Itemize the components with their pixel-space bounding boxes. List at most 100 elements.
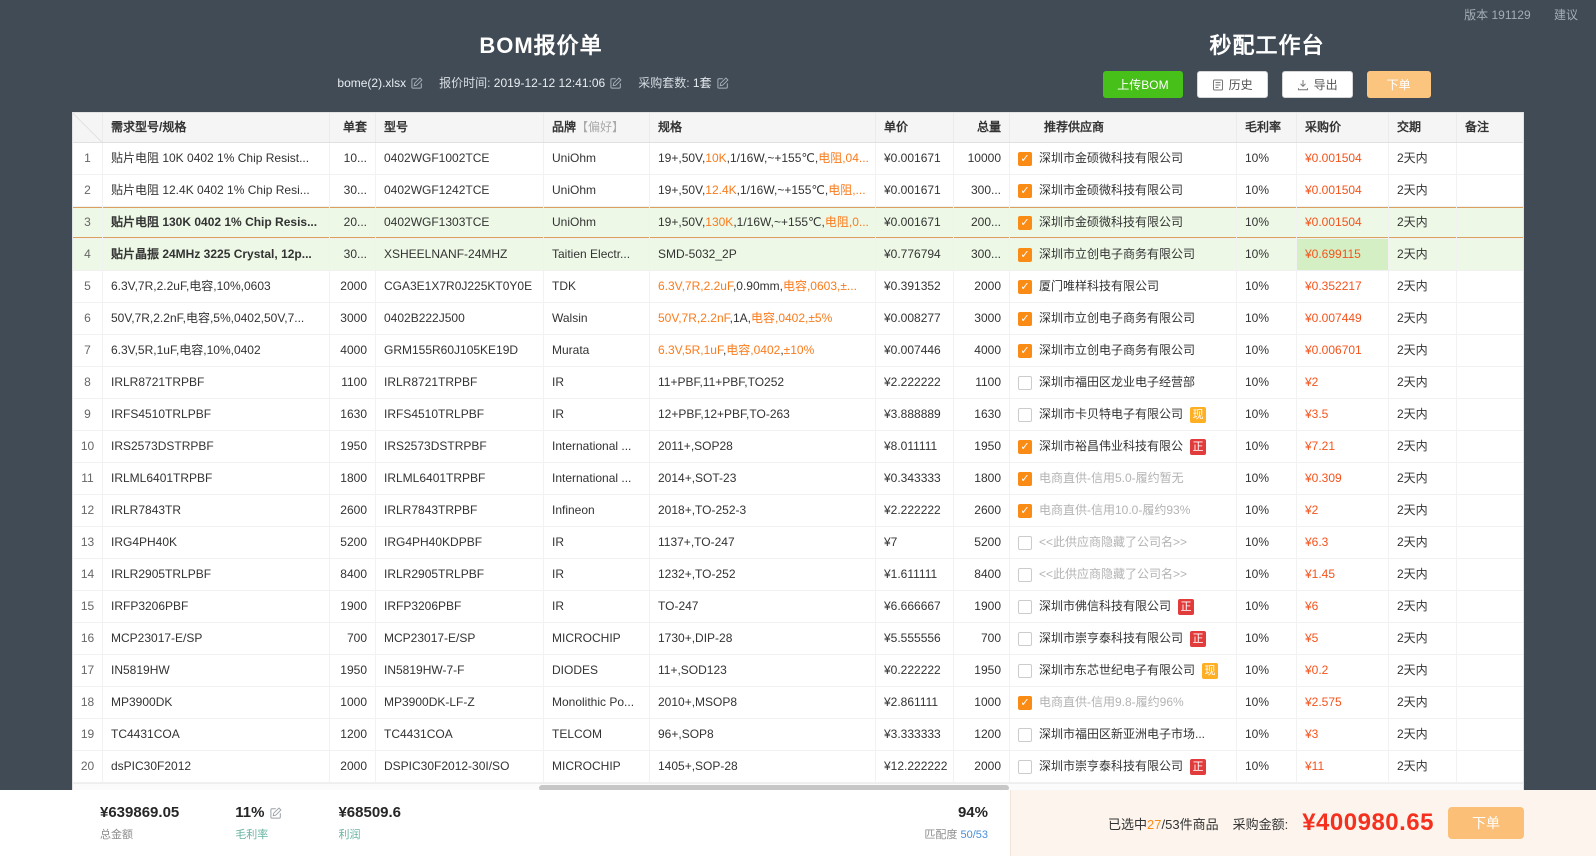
spec-segment: 50V,7R,2.2nF <box>658 311 730 325</box>
purchase-price[interactable]: ¥0.001504 <box>1297 175 1389 206</box>
table-row[interactable]: 18 MP3900DK 1000 MP3900DK-LF-Z Monolithic Po… <box>73 687 1523 719</box>
purchase-price[interactable]: ¥0.352217 <box>1297 271 1389 302</box>
supplier-checkbox[interactable] <box>1018 407 1032 422</box>
supplier-checkbox[interactable] <box>1018 535 1032 550</box>
table-row[interactable]: 19 TC4431COA 1200 TC4431COA TELCOM 96+,SOP8 ¥3… <box>73 719 1523 751</box>
supplier-checkbox[interactable]: ✓ <box>1018 343 1032 358</box>
table-row[interactable]: 14 IRLR2905TRLPBF 8400 IRLR2905TRLPBF IR 1232… <box>73 559 1523 591</box>
delivery-time: 2天内 <box>1389 751 1457 782</box>
supplier-name[interactable]: 深圳市崇亨泰科技有限公司 <box>1039 623 1183 654</box>
purchase-price[interactable]: ¥0.001504 <box>1297 143 1389 174</box>
table-row[interactable]: 7 6.3V,5R,1uF,电容,10%,0402 4000 GRM155R60J10… <box>73 335 1523 367</box>
supplier-name[interactable]: 深圳市佛信科技有限公司 <box>1039 591 1171 622</box>
note <box>1457 655 1521 686</box>
version-text[interactable]: 版本 191129 <box>1464 8 1531 22</box>
quote-time-label: 报价时间: <box>439 76 491 90</box>
table-row[interactable]: 17 IN5819HW 1950 IN5819HW-7-F DIODES 11+,SOD1… <box>73 655 1523 687</box>
supplier-name[interactable]: 深圳市崇亨泰科技有限公司 <box>1039 751 1183 782</box>
purchase-price[interactable]: ¥3.5 <box>1297 399 1389 430</box>
purchase-price[interactable]: ¥7.21 <box>1297 431 1389 462</box>
purchase-price[interactable]: ¥2 <box>1297 367 1389 398</box>
edit-set-count-icon[interactable] <box>716 76 729 89</box>
table-row[interactable]: 4 贴片晶振 24MHz 3225 Crystal, 12p... 30... XSH… <box>73 239 1523 271</box>
history-button[interactable]: 历史 <box>1196 71 1268 98</box>
supplier-name[interactable]: 深圳市福田区龙业电子经营部 <box>1039 367 1195 398</box>
table-row[interactable]: 2 贴片电阻 12.4K 0402 1% Chip Resi... 30... 040… <box>73 175 1523 207</box>
table-row[interactable]: 12 IRLR7843TR 2600 IRLR7843TRPBF Infineon 201… <box>73 495 1523 527</box>
purchase-price[interactable]: ¥5 <box>1297 623 1389 654</box>
model-number: IRLML6401TRPBF <box>376 463 544 494</box>
supplier-checkbox[interactable]: ✓ <box>1018 503 1032 518</box>
supplier-name[interactable]: 深圳市金硕微科技有限公司 <box>1039 175 1183 206</box>
edit-quote-time-icon[interactable] <box>610 76 622 89</box>
supplier-checkbox[interactable] <box>1018 599 1032 614</box>
supplier-name[interactable]: 深圳市立创电子商务有限公司 <box>1039 335 1195 366</box>
match-ratio[interactable]: 50/53 <box>960 829 988 841</box>
supplier-checkbox[interactable] <box>1018 375 1032 390</box>
purchase-price[interactable]: ¥0.309 <box>1297 463 1389 494</box>
supplier-checkbox[interactable] <box>1018 567 1032 582</box>
edit-margin-icon[interactable] <box>270 807 282 819</box>
supplier-name[interactable]: 电商直供-信用9.8-履约96% <box>1039 687 1184 718</box>
gross-margin: 10% <box>1237 335 1297 366</box>
supplier-name[interactable]: 厦门唯样科技有限公司 <box>1039 271 1159 302</box>
table-row[interactable]: 1 贴片电阻 10K 0402 1% Chip Resist... 10... 040… <box>73 143 1523 175</box>
supplier-checkbox[interactable]: ✓ <box>1018 151 1032 166</box>
supplier-checkbox[interactable]: ✓ <box>1018 439 1032 454</box>
supplier-checkbox[interactable]: ✓ <box>1018 695 1032 710</box>
supplier-name[interactable]: 深圳市裕昌伟业科技有限公 <box>1039 431 1183 462</box>
export-button[interactable]: 导出 <box>1281 71 1353 98</box>
supplier-checkbox[interactable]: ✓ <box>1018 311 1032 326</box>
purchase-price[interactable]: ¥1.45 <box>1297 559 1389 590</box>
upload-bom-button[interactable]: 上传BOM <box>1103 71 1183 98</box>
table-row[interactable]: 15 IRFP3206PBF 1900 IRFP3206PBF IR TO-247 ¥6.6… <box>73 591 1523 623</box>
suggestion-link[interactable]: 建议 <box>1554 8 1578 22</box>
order-button-footer[interactable]: 下单 <box>1448 807 1524 839</box>
supplier-checkbox[interactable]: ✓ <box>1018 247 1032 262</box>
table-row[interactable]: 20 dsPIC30F2012 2000 DSPIC30F2012-30I/SO MIC… <box>73 751 1523 783</box>
purchase-price[interactable]: ¥0.2 <box>1297 655 1389 686</box>
table-row[interactable]: 13 IRG4PH40K 5200 IRG4PH40KDPBF IR 1137+,TO-2… <box>73 527 1523 559</box>
purchase-price[interactable]: ¥11 <box>1297 751 1389 782</box>
table-row[interactable]: 3 贴片电阻 130K 0402 1% Chip Resis... 20... 040… <box>73 207 1523 239</box>
supplier-checkbox[interactable]: ✓ <box>1018 183 1032 198</box>
purchase-price[interactable]: ¥0.001504 <box>1297 207 1389 238</box>
purchase-price[interactable]: ¥2.575 <box>1297 687 1389 718</box>
supplier-checkbox[interactable]: ✓ <box>1018 279 1032 294</box>
supplier-name[interactable]: <<此供应商隐藏了公司名>> <box>1039 559 1187 590</box>
column-header-delivery: 交期 <box>1389 113 1457 142</box>
table-row[interactable]: 10 IRS2573DSTRPBF 1950 IRS2573DSTRPBF Intern… <box>73 431 1523 463</box>
supplier-name[interactable]: 深圳市金硕微科技有限公司 <box>1039 207 1183 238</box>
supplier-name[interactable]: 深圳市金硕微科技有限公司 <box>1039 143 1183 174</box>
supplier-checkbox[interactable] <box>1018 727 1032 742</box>
supplier-name[interactable]: 深圳市立创电子商务有限公司 <box>1039 239 1195 270</box>
table-row[interactable]: 11 IRLML6401TRPBF 1800 IRLML6401TRPBF Intern… <box>73 463 1523 495</box>
purchase-price[interactable]: ¥0.699115 <box>1297 239 1389 270</box>
edit-filename-icon[interactable] <box>411 76 423 89</box>
supplier-checkbox[interactable] <box>1018 663 1032 678</box>
table-row[interactable]: 6 50V,7R,2.2nF,电容,5%,0402,50V,7... 3000 040… <box>73 303 1523 335</box>
table-row[interactable]: 16 MCP23017-E/SP 700 MCP23017-E/SP MICROCHIP… <box>73 623 1523 655</box>
supplier-checkbox[interactable]: ✓ <box>1018 471 1032 486</box>
page-title: BOM报价单 <box>479 33 603 58</box>
table-row[interactable]: 5 6.3V,7R,2.2uF,电容,10%,0603 2000 CGA3E1X7R0… <box>73 271 1523 303</box>
supplier-name[interactable]: 电商直供-信用10.0-履约93% <box>1039 495 1190 526</box>
supplier-name[interactable]: 深圳市卡贝特电子有限公司 <box>1039 399 1183 430</box>
purchase-price[interactable]: ¥0.007449 <box>1297 303 1389 334</box>
supplier-name[interactable]: 深圳市立创电子商务有限公司 <box>1039 303 1195 334</box>
supplier-checkbox[interactable] <box>1018 759 1032 774</box>
supplier-checkbox[interactable]: ✓ <box>1018 215 1032 230</box>
purchase-price[interactable]: ¥6 <box>1297 591 1389 622</box>
supplier-name[interactable]: 深圳市福田区新亚洲电子市场... <box>1039 719 1205 750</box>
table-row[interactable]: 9 IRFS4510TRLPBF 1630 IRFS4510TRLPBF IR 12+PB… <box>73 399 1523 431</box>
table-row[interactable]: 8 IRLR8721TRPBF 1100 IRLR8721TRPBF IR 11+PBF,… <box>73 367 1523 399</box>
supplier-checkbox[interactable] <box>1018 631 1032 646</box>
purchase-price[interactable]: ¥3 <box>1297 719 1389 750</box>
supplier-name[interactable]: 电商直供-信用5.0-履约暂无 <box>1039 463 1184 494</box>
purchase-price[interactable]: ¥0.006701 <box>1297 335 1389 366</box>
supplier-name[interactable]: 深圳市东芯世纪电子有限公司 <box>1039 655 1195 686</box>
purchase-price[interactable]: ¥2 <box>1297 495 1389 526</box>
order-button-top[interactable]: 下单 <box>1366 71 1431 98</box>
supplier-name[interactable]: <<此供应商隐藏了公司名>> <box>1039 527 1187 558</box>
purchase-price[interactable]: ¥6.3 <box>1297 527 1389 558</box>
